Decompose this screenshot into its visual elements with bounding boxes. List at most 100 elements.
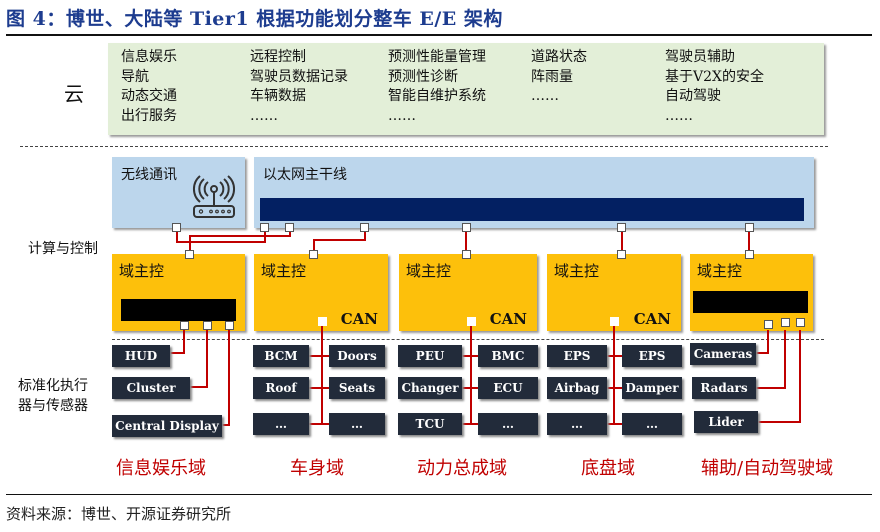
device-body-more: …	[329, 413, 385, 435]
wireless-comm-label: 无线通讯	[121, 167, 177, 183]
port	[796, 318, 805, 327]
device-hud: HUD	[112, 345, 170, 367]
domain-controller-adas: 域主控	[690, 254, 813, 331]
wire	[758, 421, 801, 423]
port	[360, 223, 369, 232]
cloud-item: ……	[250, 107, 278, 124]
cloud-item: 预测性能量管理	[388, 49, 486, 65]
port	[745, 223, 754, 232]
cloud-item: 导航	[121, 68, 149, 85]
wire	[190, 386, 208, 388]
device-peu: PEU	[398, 345, 462, 367]
domain-label-adas: 辅助/自动驾驶域	[701, 458, 834, 479]
port	[172, 223, 181, 232]
cloud-item: 驾驶员数据记录	[250, 68, 348, 85]
device-changer: Changer	[398, 377, 462, 399]
wire	[222, 424, 230, 426]
device-bmc: BMC	[478, 345, 538, 367]
cloud-item: 出行服务	[121, 107, 177, 124]
port	[185, 250, 194, 259]
wireless-comm-box: 无线通讯	[112, 157, 245, 228]
port	[260, 223, 269, 232]
domain-controller-label: 域主控	[406, 262, 452, 280]
can-bus-label: CAN	[633, 310, 671, 328]
wire	[613, 320, 615, 424]
wire	[756, 352, 769, 354]
port	[764, 320, 773, 329]
port	[462, 250, 471, 259]
device-bcm: BCM	[253, 345, 309, 367]
device-doors: Doors	[329, 345, 385, 367]
cloud-item: ……	[665, 107, 693, 124]
cloud-column-road: 道路状态 阵雨量 ……	[531, 48, 587, 107]
device-cluster: Cluster	[112, 377, 190, 399]
port	[462, 223, 471, 232]
wire	[784, 330, 786, 389]
device-body-more: …	[253, 413, 309, 435]
wire	[756, 387, 786, 389]
domain-controller-label: 域主控	[697, 262, 743, 280]
cloud-item: 基于V2X的安全	[665, 68, 764, 85]
port	[610, 317, 619, 326]
wire	[183, 330, 185, 353]
device-central-display: Central Display	[112, 415, 222, 437]
cloud-item: 道路状态	[531, 49, 587, 65]
actuator-label-line1: 标准化执行	[18, 378, 88, 394]
device-eps-2: EPS	[622, 345, 682, 367]
cloud-services-box: 信息娱乐 导航 动态交通 出行服务 远程控制 驾驶员数据记录 车辆数据 …… 预…	[108, 43, 824, 135]
port	[617, 250, 626, 259]
wire	[189, 235, 291, 237]
ethernet-backbone-label: 以太网主干线	[263, 167, 347, 183]
device-airbag: Airbag	[547, 377, 607, 399]
wire	[313, 239, 366, 241]
port	[781, 318, 790, 327]
cloud-item: 动态交通	[121, 88, 177, 104]
actuator-sensor-layer-label: 标准化执行 器与传感器	[18, 376, 88, 416]
wire	[206, 330, 208, 387]
cloud-column-predictive: 预测性能量管理 预测性诊断 智能自维护系统 ……	[388, 48, 486, 126]
ethernet-backbone-bar	[260, 198, 804, 221]
cloud-layer-label: 云	[64, 82, 84, 106]
cloud-column-vehicle: 远程控制 驾驶员数据记录 车辆数据 ……	[250, 48, 348, 126]
layer-divider-compute	[112, 339, 824, 340]
wire	[767, 330, 769, 354]
layer-divider-cloud	[20, 146, 828, 147]
port	[318, 317, 327, 326]
device-roof: Roof	[253, 377, 309, 399]
actuator-label-line2: 器与传感器	[18, 398, 88, 414]
port	[285, 223, 294, 232]
cloud-item: 车辆数据	[250, 88, 306, 104]
compute-control-layer-label: 计算与控制	[28, 241, 98, 257]
controller-chip	[121, 299, 236, 321]
domain-label-chassis: 底盘域	[581, 458, 635, 479]
cloud-item: 阵雨量	[531, 68, 573, 85]
figure-title: 图 4：博世、大陆等 Tier1 根据功能划分整车 E/E 架构	[6, 8, 503, 30]
wire	[470, 320, 472, 424]
domain-controller-label: 域主控	[261, 262, 307, 280]
domain-label-infotainment: 信息娱乐域	[116, 458, 206, 479]
port	[745, 250, 754, 259]
device-tcu: TCU	[398, 413, 462, 435]
cloud-column-infotainment: 信息娱乐 导航 动态交通 出行服务	[121, 48, 177, 126]
cloud-item: ……	[388, 107, 416, 124]
device-seats: Seats	[329, 377, 385, 399]
footer-divider	[6, 494, 872, 495]
wire	[170, 352, 185, 354]
wire	[799, 330, 801, 423]
wire	[321, 320, 323, 424]
domain-controller-label: 域主控	[119, 262, 165, 280]
device-powertrain-more: …	[478, 413, 538, 435]
cloud-item: 预测性诊断	[388, 68, 458, 85]
device-cameras: Cameras	[690, 343, 756, 365]
controller-chip	[693, 291, 808, 313]
device-damper: Damper	[622, 377, 682, 399]
port	[617, 223, 626, 232]
port	[180, 321, 189, 330]
device-chassis-more: …	[547, 413, 607, 435]
domain-controller-label: 域主控	[554, 262, 600, 280]
port	[309, 250, 318, 259]
device-chassis-more: …	[622, 413, 682, 435]
source-note: 资料来源：博世、开源证券研究所	[6, 505, 232, 523]
port	[225, 321, 234, 330]
port	[203, 321, 212, 330]
